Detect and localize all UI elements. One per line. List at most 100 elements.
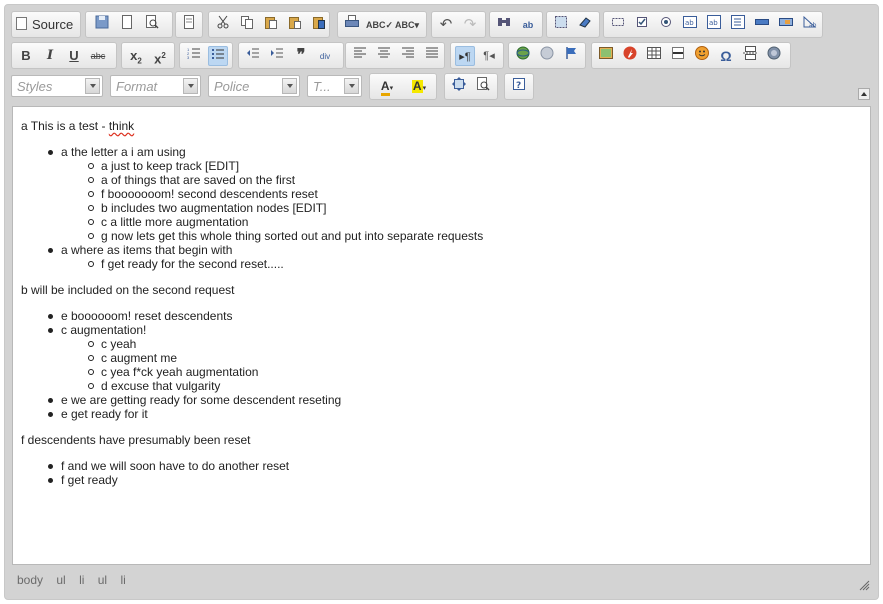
align-left-icon[interactable] — [350, 46, 370, 66]
redo-icon[interactable]: ↷ — [460, 15, 480, 35]
list-item: a where as items that begin with — [47, 243, 233, 257]
create-div-icon[interactable]: div — [315, 46, 335, 66]
svg-text:3: 3 — [187, 55, 190, 60]
templates-icon[interactable] — [179, 15, 199, 35]
path-item-ul[interactable]: ul — [98, 573, 107, 587]
show-blocks-icon[interactable] — [473, 77, 493, 97]
preview-icon[interactable] — [142, 15, 162, 35]
resize-handle-icon[interactable] — [859, 580, 870, 591]
background-color-icon[interactable]: A▾ — [405, 77, 433, 97]
ltr-icon[interactable]: ▸¶ — [455, 46, 475, 66]
text-color-icon[interactable]: A▾ — [373, 77, 401, 97]
page-break-icon[interactable] — [740, 46, 760, 66]
outdent-icon[interactable] — [243, 46, 263, 66]
text-field-icon[interactable]: ab — [680, 15, 700, 35]
align-right-icon[interactable] — [398, 46, 418, 66]
image-icon[interactable] — [596, 46, 616, 66]
path-item-li[interactable]: li — [79, 573, 84, 587]
select-field-icon[interactable] — [728, 15, 748, 35]
table-icon[interactable] — [644, 46, 664, 66]
form-icon[interactable] — [608, 15, 628, 35]
list-item: e we are getting ready for some descende… — [47, 393, 342, 407]
paste-text-icon[interactable] — [285, 15, 305, 35]
paragraph-text: a This is a test - — [21, 119, 109, 133]
maximize-icon[interactable] — [449, 77, 469, 97]
list-item: a of things that are saved on the first — [87, 173, 296, 187]
source-group: Source — [11, 11, 81, 38]
styles-combo[interactable]: Styles — [11, 75, 103, 97]
italic-icon[interactable]: I — [40, 46, 60, 66]
font-size-combo[interactable]: T... — [307, 75, 362, 97]
button-field-icon[interactable] — [752, 15, 772, 35]
hidden-field-icon[interactable]: ab — [800, 15, 820, 35]
indent-icon[interactable] — [267, 46, 287, 66]
checkbox-icon[interactable] — [632, 15, 652, 35]
clipboard-group — [208, 11, 330, 38]
font-combo[interactable]: Police — [208, 75, 300, 97]
svg-text:?: ? — [516, 81, 521, 91]
list-item: c augmentation! — [47, 323, 147, 337]
link-icon[interactable] — [513, 46, 533, 66]
list-group: 123 — [179, 42, 233, 69]
list-item: e boooooom! reset descendents — [47, 309, 233, 323]
styles-combo-label: Styles — [17, 79, 53, 94]
align-center-icon[interactable] — [374, 46, 394, 66]
bold-icon[interactable]: B — [16, 46, 36, 66]
subscript-icon[interactable]: x2 — [126, 46, 146, 66]
save-icon[interactable] — [92, 15, 112, 35]
paste-icon[interactable] — [261, 15, 281, 35]
chevron-down-icon — [183, 78, 198, 94]
numbered-list-icon[interactable]: 123 — [184, 46, 204, 66]
source-button[interactable]: Source — [16, 15, 78, 35]
strikethrough-icon[interactable]: abc — [88, 46, 108, 66]
smiley-icon[interactable] — [692, 46, 712, 66]
list-item: c yea f*ck yeah augmentation — [87, 365, 259, 379]
list-item: a the letter a i am using — [48, 145, 186, 159]
radio-icon[interactable] — [656, 15, 676, 35]
format-combo[interactable]: Format — [110, 75, 201, 97]
list-item: f booooooom! second descendents reset — [88, 187, 318, 201]
collapse-toolbar-icon[interactable] — [858, 88, 870, 100]
justify-icon[interactable] — [422, 46, 442, 66]
horizontal-rule-icon[interactable] — [668, 46, 688, 66]
unlink-icon[interactable] — [537, 46, 557, 66]
image-button-icon[interactable] — [776, 15, 796, 35]
editor-content[interactable]: a This is a test - think a the letter a … — [12, 106, 871, 565]
iframe-icon[interactable] — [764, 46, 784, 66]
rtl-icon[interactable]: ¶◂ — [479, 46, 499, 66]
about-group: ? — [504, 73, 534, 100]
flash-icon[interactable] — [620, 46, 640, 66]
spellcheck-icon[interactable]: ABC✓ — [366, 15, 393, 35]
source-icon — [16, 17, 27, 30]
replace-icon[interactable]: ab — [518, 15, 538, 35]
chevron-down-icon — [282, 78, 297, 94]
find-icon[interactable] — [494, 15, 514, 35]
bulleted-list-icon[interactable] — [208, 46, 228, 66]
basic-style-group: B I U abc — [11, 42, 117, 69]
indent-group: ❞ div — [238, 42, 344, 69]
superscript-icon[interactable]: x2 — [150, 46, 170, 66]
new-page-icon[interactable] — [117, 15, 137, 35]
tools-group — [444, 73, 498, 100]
select-all-icon[interactable] — [551, 15, 571, 35]
misspelled-word: think — [108, 119, 135, 133]
anchor-icon[interactable] — [561, 46, 581, 66]
path-item-ul[interactable]: ul — [56, 573, 65, 587]
textarea-icon[interactable]: ab — [704, 15, 724, 35]
list-item: g now lets get this whole thing sorted o… — [87, 229, 484, 243]
paste-word-icon[interactable] — [309, 15, 329, 35]
path-item-li[interactable]: li — [120, 573, 125, 587]
elements-path: body ul li ul li — [17, 573, 136, 587]
font-combo-label: Police — [214, 79, 250, 94]
blockquote-icon[interactable]: ❞ — [291, 46, 311, 66]
remove-format-icon[interactable] — [575, 15, 595, 35]
special-char-icon[interactable]: Ω — [716, 46, 736, 66]
path-item-body[interactable]: body — [17, 573, 43, 587]
cut-icon[interactable] — [213, 15, 233, 35]
copy-icon[interactable] — [237, 15, 257, 35]
print-icon[interactable] — [342, 15, 362, 35]
help-icon[interactable]: ? — [509, 77, 529, 97]
underline-icon[interactable]: U — [64, 46, 84, 66]
spellcheck-dropdown-icon[interactable]: ABC▾ — [392, 15, 422, 35]
undo-icon[interactable]: ↶ — [436, 15, 456, 35]
